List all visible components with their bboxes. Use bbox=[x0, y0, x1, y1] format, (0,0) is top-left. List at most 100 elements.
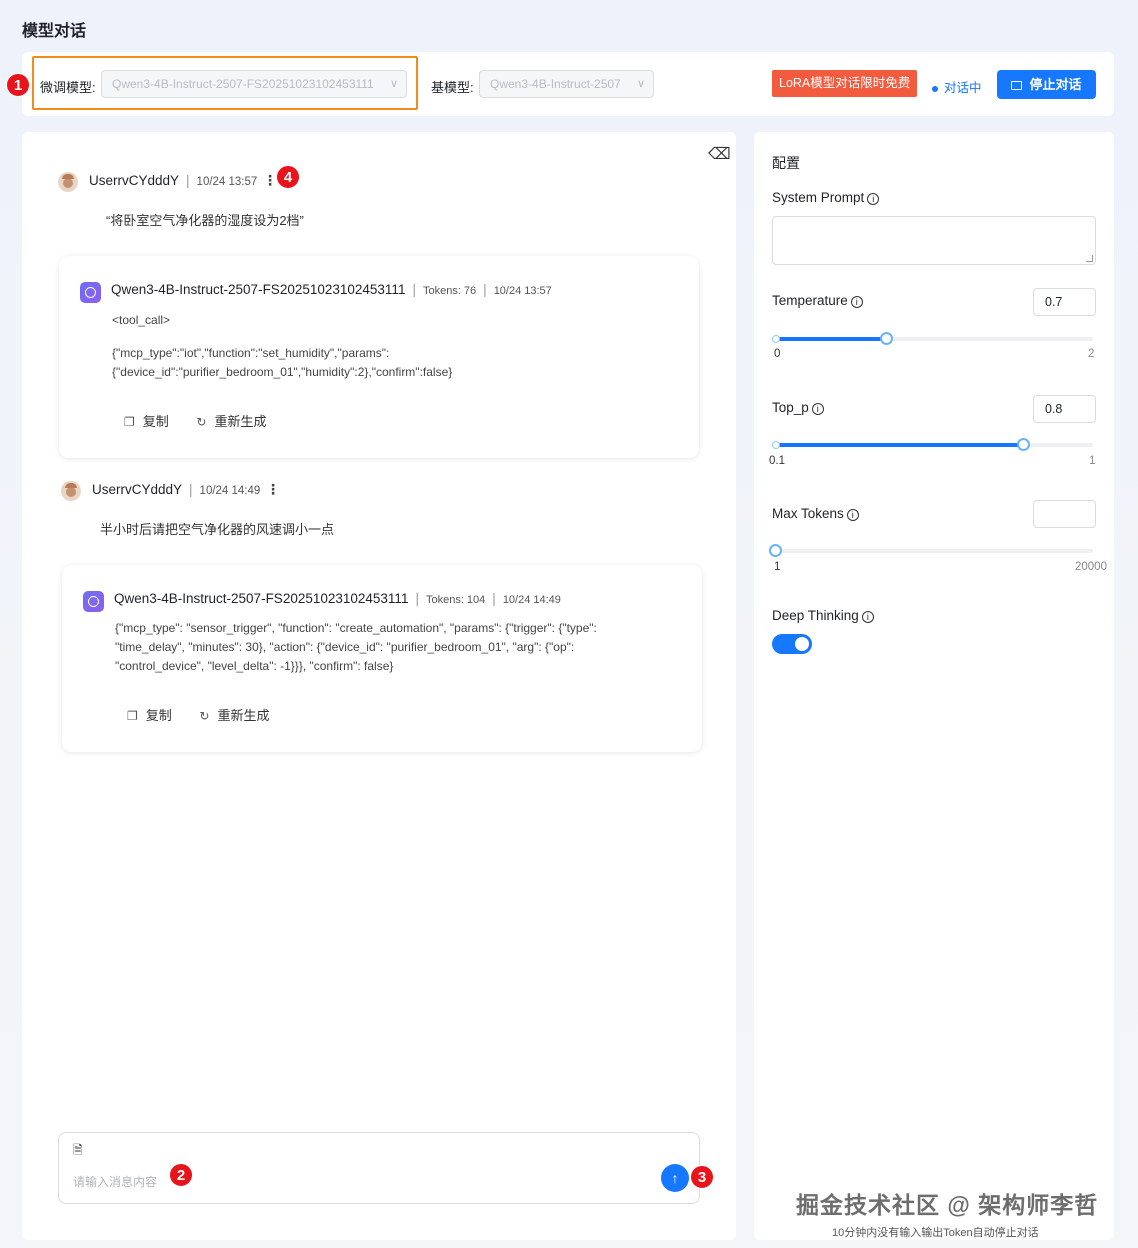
token-count: Tokens: 76 bbox=[422, 285, 477, 297]
bot-name: Qwen3-4B-Instruct-2507-FS202510231024531… bbox=[111, 282, 406, 297]
temperature-input[interactable]: 0.7 bbox=[1033, 288, 1096, 316]
response-time: 10/24 14:49 bbox=[502, 594, 561, 606]
copy-button[interactable]: ❐ 复制 bbox=[127, 705, 172, 724]
response-line: {"mcp_type":"iot","function":"set_humidi… bbox=[112, 346, 390, 360]
stop-chat-button[interactable]: 停止对话 bbox=[997, 70, 1096, 99]
user-meta: UserrvCYdddY | 10/24 13:57 bbox=[89, 173, 258, 188]
slider-handle[interactable] bbox=[880, 332, 893, 345]
send-button[interactable]: ↑ bbox=[661, 1164, 689, 1192]
annotation-marker-3: 3 bbox=[690, 1165, 714, 1189]
finetuned-model-value: Qwen3-4B-Instruct-2507-FS202510231024531… bbox=[112, 77, 374, 91]
message-time: 10/24 13:57 bbox=[196, 176, 258, 188]
info-icon[interactable]: i bbox=[861, 611, 874, 623]
slider-handle[interactable] bbox=[769, 544, 782, 557]
system-prompt-text: System Prompt bbox=[772, 190, 865, 205]
base-model-value: Qwen3-4B-Instruct-2507 bbox=[490, 77, 621, 91]
deep-thinking-label: Deep Thinking i bbox=[772, 608, 874, 623]
response-line: {"mcp_type": "sensor_trigger", "function… bbox=[115, 621, 597, 635]
chat-status: 对话中 bbox=[932, 77, 982, 96]
copy-label: 复制 bbox=[145, 708, 172, 723]
info-icon[interactable]: i bbox=[846, 509, 859, 521]
annotation-marker-2: 2 bbox=[169, 1163, 193, 1187]
model-icon bbox=[80, 282, 101, 303]
temperature-max: 2 bbox=[1088, 348, 1095, 360]
top-p-slider[interactable] bbox=[772, 438, 1093, 451]
user-name: UserrvCYdddY bbox=[89, 173, 180, 188]
regenerate-label: 重新生成 bbox=[217, 708, 270, 723]
max-tokens-text: Max Tokens bbox=[772, 506, 844, 521]
top-p-min: 0.1 bbox=[769, 455, 785, 467]
status-dot-icon bbox=[932, 85, 938, 92]
info-icon[interactable]: i bbox=[811, 403, 824, 415]
annotation-marker-1: 1 bbox=[6, 73, 30, 97]
response-line: {"device_id":"purifier_bedroom_01","humi… bbox=[112, 365, 453, 379]
finetuned-model-label: 微调模型: bbox=[40, 80, 96, 95]
slider-start-dot bbox=[772, 441, 780, 449]
attach-file-icon[interactable]: 🗎 bbox=[73, 1141, 83, 1162]
chat-panel: ⌫ UserrvCYdddY | 10/24 13:57 ⋮ “将卧室空气净化器的湿… bbox=[22, 132, 736, 1240]
user-message-text: “将卧室空气净化器的湿度设为2档” bbox=[106, 213, 304, 228]
regenerate-button[interactable]: ↻ 重新生成 bbox=[196, 411, 266, 430]
slider-fill bbox=[775, 443, 1023, 447]
message-input-box[interactable]: 🗎 请输入消息内容 ↑ bbox=[58, 1132, 700, 1204]
system-prompt-label: System Prompt i bbox=[772, 190, 880, 205]
top-p-text: Top_p bbox=[772, 400, 809, 415]
stop-chat-label: 停止对话 bbox=[1029, 77, 1082, 92]
more-options-icon[interactable]: ⋮ bbox=[263, 172, 277, 189]
temperature-text: Temperature bbox=[772, 293, 848, 308]
finetuned-model-select[interactable]: Qwen3-4B-Instruct-2507-FS202510231024531… bbox=[101, 70, 407, 98]
base-model-label: 基模型: bbox=[431, 80, 474, 95]
temperature-slider[interactable] bbox=[772, 332, 1093, 345]
deep-thinking-text: Deep Thinking bbox=[772, 608, 859, 623]
bot-meta: Qwen3-4B-Instruct-2507-FS202510231024531… bbox=[114, 591, 561, 606]
config-panel: 配置 System Prompt i Temperature i 0.7 0 2 T… bbox=[754, 132, 1114, 1240]
chevron-down-icon: ∨ bbox=[636, 78, 645, 90]
slider-handle[interactable] bbox=[1017, 438, 1030, 451]
response-line: "time_delay", "minutes": 30}, "action": … bbox=[115, 640, 575, 654]
copy-icon: ❐ bbox=[127, 709, 138, 723]
user-meta: UserrvCYdddY | 10/24 14:49 bbox=[92, 482, 261, 497]
refresh-icon: ↻ bbox=[199, 709, 210, 723]
copy-label: 复制 bbox=[142, 414, 169, 429]
info-icon[interactable]: i bbox=[867, 193, 880, 205]
copy-button[interactable]: ❐ 复制 bbox=[124, 411, 169, 430]
bot-response-card: Qwen3-4B-Instruct-2507-FS202510231024531… bbox=[62, 565, 702, 752]
chevron-down-icon: ∨ bbox=[389, 78, 398, 90]
regenerate-label: 重新生成 bbox=[214, 414, 267, 429]
annotation-marker-4: 4 bbox=[276, 165, 300, 189]
deep-thinking-toggle[interactable] bbox=[772, 634, 812, 654]
clear-chat-icon[interactable]: ⌫ bbox=[708, 144, 731, 164]
max-tokens-max: 20000 bbox=[1075, 561, 1107, 573]
config-title: 配置 bbox=[772, 155, 800, 171]
temperature-min: 0 bbox=[774, 348, 781, 360]
slider-fill bbox=[775, 337, 886, 341]
user-message-text: 半小时后请把空气净化器的风速调小一点 bbox=[100, 522, 335, 537]
base-model-select[interactable]: Qwen3-4B-Instruct-2507 ∨ bbox=[479, 70, 654, 98]
slider-start-dot bbox=[772, 335, 780, 343]
more-options-icon[interactable]: ⋮ bbox=[266, 481, 280, 498]
bot-meta: Qwen3-4B-Instruct-2507-FS202510231024531… bbox=[111, 282, 552, 297]
bot-name: Qwen3-4B-Instruct-2507-FS202510231024531… bbox=[114, 591, 409, 606]
info-icon[interactable]: i bbox=[850, 296, 863, 308]
max-tokens-slider[interactable] bbox=[769, 544, 1093, 557]
avatar bbox=[61, 481, 81, 501]
model-icon bbox=[83, 591, 104, 612]
page-title: 模型对话 bbox=[22, 23, 87, 40]
model-selector-bar: 微调模型: Qwen3-4B-Instruct-2507-FS202510231… bbox=[22, 52, 1114, 116]
response-actions: ❐ 复制 ↻ 重新生成 bbox=[124, 411, 290, 430]
message-time: 10/24 14:49 bbox=[199, 485, 261, 497]
token-count: Tokens: 104 bbox=[425, 594, 486, 606]
user-message-header: UserrvCYdddY | 10/24 14:49 bbox=[61, 481, 281, 501]
stop-icon bbox=[1011, 81, 1023, 90]
message-input[interactable]: 请输入消息内容 bbox=[73, 1173, 157, 1190]
response-tag: <tool_call> bbox=[112, 313, 171, 327]
regenerate-button[interactable]: ↻ 重新生成 bbox=[199, 705, 269, 724]
watermark: 掘金技术社区 @ 架构师李哲 bbox=[796, 1192, 1099, 1218]
max-tokens-label: Max Tokens i bbox=[772, 506, 859, 521]
top-p-label: Top_p i bbox=[772, 400, 824, 415]
auto-stop-notice: 10分钟内没有输入输出Token自动停止对话 bbox=[832, 1227, 1039, 1239]
system-prompt-textarea[interactable] bbox=[772, 216, 1096, 265]
top-p-input[interactable]: 0.8 bbox=[1033, 395, 1096, 423]
max-tokens-input[interactable] bbox=[1033, 500, 1096, 528]
status-text: 对话中 bbox=[944, 81, 982, 95]
